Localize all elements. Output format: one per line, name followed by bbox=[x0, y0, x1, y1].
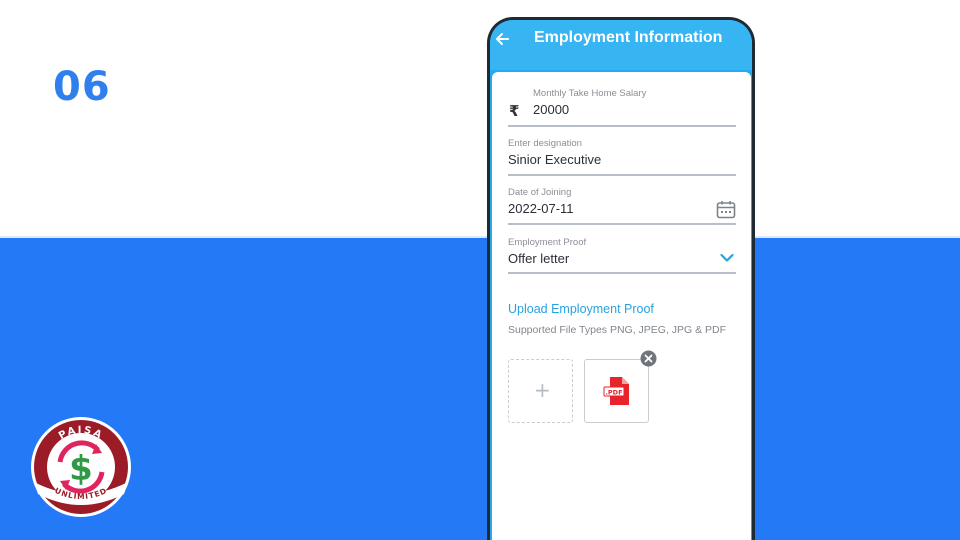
joining-date-label: Date of Joining bbox=[508, 187, 572, 198]
app-header: Employment Information bbox=[490, 20, 752, 70]
form-card: Monthly Take Home Salary ₹ 20000 Enter d… bbox=[492, 72, 751, 540]
upload-hint: Supported File Types PNG, JPEG, JPG & PD… bbox=[508, 324, 727, 336]
designation-label: Enter designation bbox=[508, 138, 582, 149]
employment-proof-underline bbox=[508, 272, 736, 274]
logo-dollar-symbol: $ bbox=[69, 449, 93, 489]
pdf-badge-text: .PDF bbox=[605, 388, 622, 396]
salary-underline bbox=[508, 125, 736, 127]
employment-proof-field[interactable]: Employment Proof Offer letter bbox=[508, 237, 736, 274]
paisa-unlimited-logo: PAISA UNLIMITED $ bbox=[31, 417, 131, 517]
joining-date-field[interactable]: Date of Joining 2022-07-11 bbox=[508, 187, 736, 225]
chevron-down-icon[interactable] bbox=[720, 253, 734, 263]
slide-background-top bbox=[0, 0, 960, 238]
joining-date-input[interactable]: 2022-07-11 bbox=[508, 201, 736, 216]
phone-mockup: Employment Information Monthly Take Home… bbox=[487, 17, 755, 540]
joining-date-underline bbox=[508, 223, 736, 225]
employment-proof-select[interactable]: Offer letter bbox=[508, 251, 736, 266]
designation-field[interactable]: Enter designation Sinior Executive bbox=[508, 138, 736, 176]
designation-input[interactable]: Sinior Executive bbox=[508, 152, 736, 167]
rupee-icon: ₹ bbox=[509, 102, 520, 120]
arrow-left-icon[interactable] bbox=[492, 29, 512, 49]
salary-input[interactable]: 20000 bbox=[508, 102, 736, 117]
slide-background-bottom bbox=[0, 238, 960, 540]
employment-proof-label: Employment Proof bbox=[508, 237, 587, 248]
uploaded-file-tile[interactable]: .PDF bbox=[584, 359, 649, 423]
step-number: 06 bbox=[53, 64, 111, 110]
close-icon[interactable] bbox=[640, 350, 657, 367]
add-file-button[interactable]: + bbox=[508, 359, 573, 423]
phone-screen: Employment Information Monthly Take Home… bbox=[490, 20, 752, 540]
upload-title-link[interactable]: Upload Employment Proof bbox=[508, 302, 654, 316]
calendar-icon[interactable] bbox=[716, 200, 736, 219]
salary-field[interactable]: Monthly Take Home Salary ₹ 20000 bbox=[508, 88, 736, 127]
salary-label: Monthly Take Home Salary bbox=[533, 88, 647, 99]
designation-underline bbox=[508, 174, 736, 176]
plus-icon: + bbox=[534, 378, 551, 402]
page-title: Employment Information bbox=[534, 29, 723, 46]
pdf-file-icon: .PDF bbox=[603, 377, 629, 405]
